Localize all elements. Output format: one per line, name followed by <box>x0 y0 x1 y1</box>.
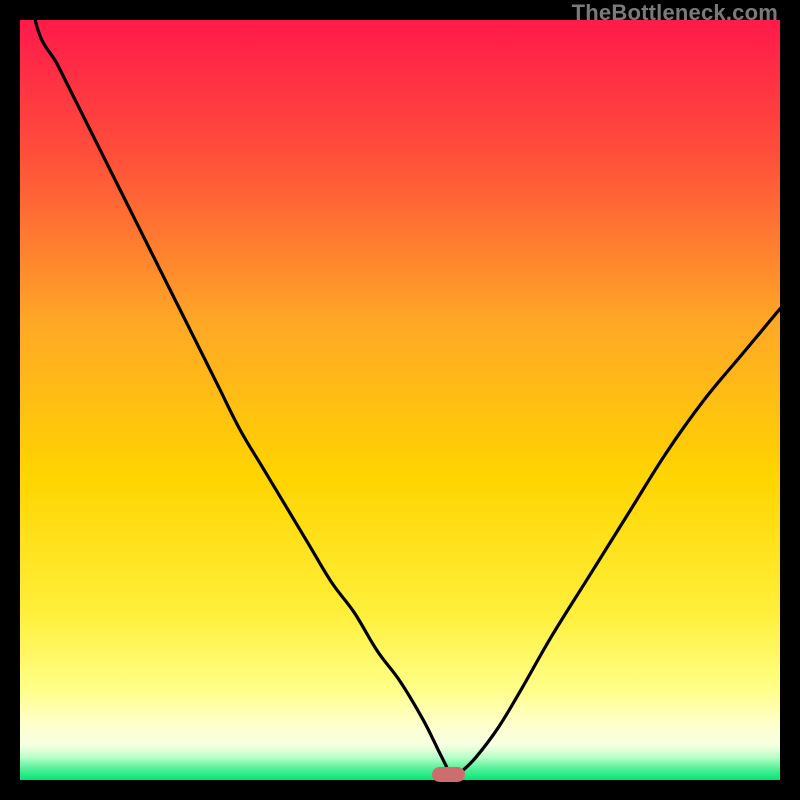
bottleneck-chart <box>20 20 780 780</box>
watermark-text: TheBottleneck.com <box>572 0 778 26</box>
chart-frame <box>20 20 780 780</box>
gradient-background <box>20 20 780 780</box>
optimum-marker <box>432 767 465 782</box>
